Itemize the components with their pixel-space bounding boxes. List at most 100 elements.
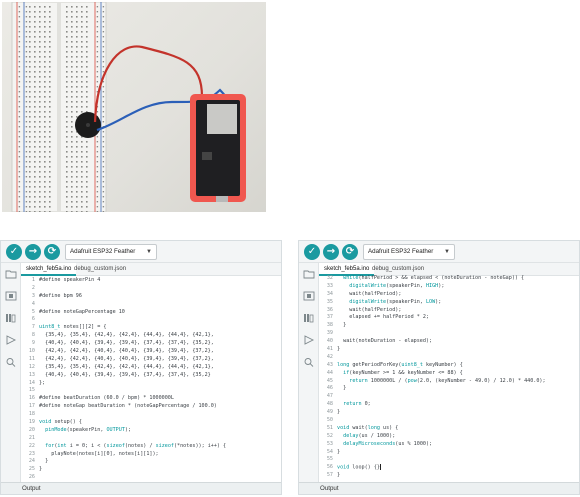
code-line[interactable]: 25}	[21, 466, 281, 474]
text-cursor	[379, 464, 381, 471]
line-number: 45	[326, 377, 333, 384]
code-line[interactable]: 55	[319, 456, 579, 464]
code-line[interactable]: 33 digitalWrite(speakerPin, HIGH);	[319, 283, 579, 291]
code-line[interactable]: 42	[319, 354, 579, 362]
code-line[interactable]: 38 }	[319, 322, 579, 330]
debug-button[interactable]: ⟳	[44, 244, 60, 260]
code-line[interactable]: 19 void setup() {	[21, 419, 281, 427]
output-panel[interactable]: Output	[1, 482, 281, 494]
code-line[interactable]: 14};	[21, 380, 281, 388]
code-line[interactable]: 5 #define noteGapPercentage 10	[21, 309, 281, 317]
code-line[interactable]: 53 delayMicroseconds(us % 1000);	[319, 441, 579, 449]
code-line[interactable]: 13 {40,4}, {40,4}, {39,4}, {39,4}, {37,4…	[21, 372, 281, 380]
code-line[interactable]: 8 {35,4}, {35,4}, {42,4}, {42,4}, {44,4}…	[21, 332, 281, 340]
verify-button[interactable]: ✓	[6, 244, 22, 260]
output-panel[interactable]: Output	[299, 482, 579, 494]
line-number: 34	[326, 290, 333, 297]
check-icon: ✓	[9, 246, 19, 257]
code-line[interactable]: 51 void wait(long us) {	[319, 425, 579, 433]
debug-icon[interactable]	[5, 335, 17, 345]
line-number: 17	[28, 403, 35, 410]
code-line[interactable]: 18	[21, 411, 281, 419]
code-line[interactable]: 44 if(keyNumber >= 1 && keyNumber <= 88)…	[319, 370, 579, 378]
code-line[interactable]: 12 {35,4}, {35,4}, {42,4}, {42,4}, {44,4…	[21, 364, 281, 372]
line-text: digitalWrite(speakerPin, HIGH);	[349, 282, 445, 289]
line-text: {40,4}, {40,4}, {39,4}, {39,4}, {37,4}, …	[39, 371, 211, 378]
line-number: 18	[28, 411, 35, 418]
debug-icon[interactable]	[303, 335, 315, 345]
search-icon[interactable]	[5, 357, 17, 367]
library-icon[interactable]	[303, 313, 315, 323]
code-line[interactable]: 16 #define beatDuration (60.0 / bpm) * 10…	[21, 395, 281, 403]
line-text: wait(halfPeriod);	[337, 290, 402, 297]
code-line[interactable]: 40 wait(noteDuration - elapsed);	[319, 338, 579, 346]
board-selector[interactable]: Adafruit ESP32 Feather ▼	[363, 244, 455, 260]
code-line[interactable]: 37 elapsed += halfPeriod * 2;	[319, 314, 579, 322]
folder-icon[interactable]	[5, 269, 17, 279]
line-text: playNote(notes[i][0], notes[i][1]);	[39, 450, 159, 457]
code-line[interactable]: 41}	[319, 346, 579, 354]
line-number: 43	[326, 361, 333, 368]
line-number: 47	[326, 393, 333, 400]
code-line[interactable]: 9 {40,4}, {40,4}, {39,4}, {39,4}, {37,4}…	[21, 340, 281, 348]
debug-button[interactable]: ⟳	[342, 244, 358, 260]
code-line[interactable]: 3 #define bpm 96	[21, 293, 281, 301]
code-editor[interactable]: 1 #define speakerPin 4 2 3 #define bpm 96 4 5 #…	[21, 277, 281, 482]
code-line[interactable]: 11 {42,4}, {42,4}, {40,4}, {40,4}, {39,4…	[21, 356, 281, 364]
code-line[interactable]: 7 uint8_t notes[][2] = {	[21, 324, 281, 332]
code-line[interactable]: 32 while(halfPeriod > && elapsed < (note…	[319, 275, 579, 283]
code-line[interactable]: 6	[21, 316, 281, 324]
code-editor[interactable]: 32 while(halfPeriod > && elapsed < (note…	[319, 275, 579, 482]
upload-button[interactable]: →	[25, 244, 41, 260]
code-line[interactable]: 15	[21, 387, 281, 395]
code-line[interactable]: 2	[21, 285, 281, 293]
code-line[interactable]: 54}	[319, 449, 579, 457]
code-line[interactable]: 34 wait(halfPeriod);	[319, 291, 579, 299]
boards-icon[interactable]	[303, 291, 315, 301]
code-line[interactable]: 21	[21, 435, 281, 443]
code-line[interactable]: 1 #define speakerPin 4	[21, 277, 281, 285]
line-number: 54	[326, 448, 333, 455]
code-line[interactable]: 48 return 0;	[319, 401, 579, 409]
code-line[interactable]: 49}	[319, 409, 579, 417]
tab-debug-json[interactable]: debug_custom.json	[69, 263, 131, 276]
board-name: Adafruit ESP32 Feather	[368, 248, 434, 255]
code-line[interactable]: 39	[319, 330, 579, 338]
line-number: 19	[28, 419, 35, 426]
code-line[interactable]: 50	[319, 417, 579, 425]
code-line[interactable]: 47	[319, 393, 579, 401]
code-line[interactable]: 26	[21, 474, 281, 482]
line-text: wait(noteDuration - elapsed);	[337, 338, 433, 345]
code-line[interactable]: 52 delay(us / 1000);	[319, 433, 579, 441]
code-line[interactable]: 20 pinMode(speakerPin, OUTPUT);	[21, 427, 281, 435]
code-line[interactable]: 43 long getPeriodForKey(uint8_t keyNumber…	[319, 362, 579, 370]
upload-button[interactable]: →	[323, 244, 339, 260]
line-number: 7	[31, 324, 35, 331]
breadboard	[11, 2, 107, 212]
line-number: 10	[28, 348, 35, 355]
folder-icon[interactable]	[303, 269, 315, 279]
search-icon[interactable]	[303, 357, 315, 367]
code-line[interactable]: 24 }	[21, 458, 281, 466]
verify-button[interactable]: ✓	[304, 244, 320, 260]
library-icon[interactable]	[5, 313, 17, 323]
code-line[interactable]: 17 #define noteGap beatDuration * (noteGa…	[21, 403, 281, 411]
line-number: 25	[28, 466, 35, 473]
board-selector[interactable]: Adafruit ESP32 Feather ▼	[65, 244, 157, 260]
code-line[interactable]: 46 }	[319, 385, 579, 393]
code-line[interactable]: 35 digitalWrite(speakerPin, LOW);	[319, 299, 579, 307]
line-number: 44	[326, 369, 333, 376]
boards-icon[interactable]	[5, 291, 17, 301]
code-line[interactable]: 45 return 1000000L / (pow(2.0, (keyNumbe…	[319, 378, 579, 386]
code-line[interactable]: 4	[21, 301, 281, 309]
code-line[interactable]: 23 playNote(notes[i][0], notes[i][1]);	[21, 451, 281, 459]
line-text: return 0;	[343, 401, 371, 408]
line-number: 3	[31, 292, 35, 299]
line-text: }	[337, 472, 341, 479]
code-line[interactable]: 22 for(int i = 0; i < (sizeof(notes) / s…	[21, 443, 281, 451]
code-line[interactable]: 10 {42,4}, {42,4}, {40,4}, {40,4}, {39,4…	[21, 348, 281, 356]
hardware-photo	[2, 2, 266, 212]
code-line[interactable]: 57}	[319, 472, 579, 480]
code-line[interactable]: 36 wait(halfPeriod);	[319, 307, 579, 315]
code-line[interactable]: 56 void loop() {}	[319, 464, 579, 472]
